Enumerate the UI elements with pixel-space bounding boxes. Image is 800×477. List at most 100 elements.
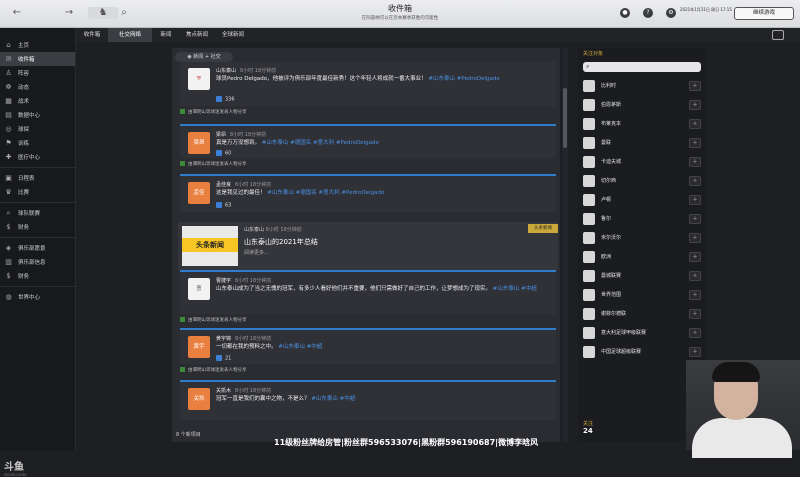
post-card[interactable]: 关凯 关凯木 8小时 18分钟前 冠军一直是我们的囊中之物，不是么？ #山东泰山 … xyxy=(180,380,556,420)
team-row[interactable]: 米尔沃尔＋ xyxy=(583,230,701,245)
post-card[interactable]: ⛨ 山东泰山 8小时 18分钟前 球员Pedro Delgado，他被评为俱乐部年… xyxy=(180,62,556,106)
team-name[interactable]: 比利时 xyxy=(601,82,689,89)
team-row[interactable]: 谢菲尔德联＋ xyxy=(583,306,701,321)
sidebar-item-data[interactable]: ▤ 数据中心 xyxy=(0,108,75,122)
team-row[interactable]: 比利时＋ xyxy=(583,78,701,93)
team-name[interactable]: 曼联 xyxy=(601,139,689,146)
team-name[interactable]: 鲁尔 xyxy=(601,215,689,222)
follow-button[interactable]: ＋ xyxy=(689,137,701,148)
post-card[interactable]: 孟佳 孟佳良 8小时 18分钟前 这是我见过的最佳！ #山东泰山 #德国名 #意大… xyxy=(180,174,556,212)
team-row[interactable]: 伯恩茅斯＋ xyxy=(583,97,701,112)
sidebar-item-world[interactable]: ◍ 世界中心 xyxy=(0,290,75,304)
sidebar-item-tactics[interactable]: ▦ 战术 xyxy=(0,94,75,108)
post-card[interactable]: 黄宇 黄宇锦 8小时 18分钟前 一切都在我的预料之中。 #山东泰山 #中超 21 xyxy=(180,328,556,364)
following-search-input[interactable]: ⌕ xyxy=(583,62,701,72)
team-row[interactable]: 卢顿＋ xyxy=(583,192,701,207)
sidebar-item-medical[interactable]: ✚ 医疗中心 xyxy=(0,150,75,164)
follow-button[interactable]: ＋ xyxy=(689,270,701,281)
team-name[interactable]: 米尔沃尔 xyxy=(601,234,689,241)
post-tags[interactable]: #山东泰山 #PedroDelgado xyxy=(428,76,499,82)
post-author[interactable]: 关凯木 xyxy=(216,388,231,394)
follow-button[interactable]: ＋ xyxy=(689,327,701,338)
team-row[interactable]: 切尔西＋ xyxy=(583,173,701,188)
follow-button[interactable]: ＋ xyxy=(689,99,701,110)
team-name[interactable]: 伯恩茅斯 xyxy=(601,101,689,108)
sidebar-item-club-vision[interactable]: ◈ 俱乐部愿景 xyxy=(0,241,75,255)
tab-news[interactable]: 新闻 xyxy=(154,28,178,42)
post-author[interactable]: 曹捷宇 xyxy=(216,278,231,284)
sidebar-item-training[interactable]: ⚑ 训练 xyxy=(0,136,75,150)
team-name[interactable]: 切尔西 xyxy=(601,177,689,184)
team-row[interactable]: 欧洲＋ xyxy=(583,249,701,264)
sidebar-item-club-league[interactable]: ⌕ 球队联赛 xyxy=(0,206,75,220)
sidebar-item-squad[interactable]: ♙ 阵容 xyxy=(0,66,75,80)
team-name[interactable]: 卡迪夫城 xyxy=(601,158,689,165)
team-row[interactable]: 中国足球超级联赛＋ xyxy=(583,344,701,359)
post-author[interactable]: 孟佳良 xyxy=(216,182,231,188)
team-name[interactable]: 卢顿 xyxy=(601,196,689,203)
sidebar-item-club-info[interactable]: ▥ 俱乐部信息 xyxy=(0,255,75,269)
follow-button[interactable]: ＋ xyxy=(689,346,701,357)
team-row[interactable]: 曼联＋ xyxy=(583,135,701,150)
read-more-link[interactable]: 阅读更多... xyxy=(244,249,269,256)
post-tags[interactable]: #山东泰山 #中超 xyxy=(278,344,322,350)
sidebar-item-dynamics[interactable]: ☸ 动态 xyxy=(0,80,75,94)
tab-social[interactable]: 社交网络 xyxy=(108,28,152,42)
follow-button[interactable]: ＋ xyxy=(689,194,701,205)
sidebar-item-inbox[interactable]: ✉ 收件箱 xyxy=(0,52,75,66)
post-tags[interactable]: #山东泰山 #德国名 #意大利 #PedroDelgado xyxy=(262,140,379,146)
team-name[interactable]: 欧洲 xyxy=(601,253,689,260)
post-card[interactable]: 梁昂 梁昂 8小时 18分钟前 真是万万没想到。 #山东泰山 #德国名 #意大利 … xyxy=(180,124,556,158)
like-button[interactable]: 60 xyxy=(216,150,231,157)
settings-icon[interactable]: ⚙ xyxy=(666,8,676,18)
sidebar-item-schedule[interactable]: ▣ 日程表 xyxy=(0,171,75,185)
team-row[interactable]: 卡迪夫城＋ xyxy=(583,154,701,169)
like-button[interactable]: 21 xyxy=(216,355,231,362)
team-name[interactable]: 布莱克本 xyxy=(601,120,689,127)
tab-global-news[interactable]: 全球新闻 xyxy=(216,28,250,42)
like-button[interactable]: 63 xyxy=(216,202,231,209)
scroll-thumb[interactable] xyxy=(563,88,567,148)
sidebar-item-finance-2[interactable]: $ 财务 xyxy=(0,269,75,283)
team-row[interactable]: 意大利足球甲级联赛＋ xyxy=(583,325,701,340)
team-row[interactable]: 曼城联赛＋ xyxy=(583,268,701,283)
team-row[interactable]: 鲁尔＋ xyxy=(583,211,701,226)
post-author[interactable]: 梁昂 xyxy=(216,132,226,138)
post-tags[interactable]: #山东泰山 #中超 xyxy=(311,396,355,402)
post-tags[interactable]: #山东泰山 #中超 xyxy=(493,286,537,292)
feed-scrollbar[interactable] xyxy=(562,48,568,442)
follow-button[interactable]: ＋ xyxy=(689,289,701,300)
search-icon[interactable]: ⌕ xyxy=(118,7,130,19)
follow-button[interactable]: ＋ xyxy=(689,156,701,167)
news-source[interactable]: 山东泰山 xyxy=(244,227,264,233)
news-headline[interactable]: 山东泰山的2021年总结 xyxy=(244,237,318,247)
follow-button[interactable]: ＋ xyxy=(689,118,701,129)
sidebar-item-competitions[interactable]: ♛ 比赛 xyxy=(0,185,75,199)
sidebar-item-home[interactable]: ⌂ 主页 xyxy=(0,38,75,52)
team-name[interactable]: 谢菲尔德联 xyxy=(601,310,689,317)
follow-button[interactable]: ＋ xyxy=(689,175,701,186)
post-tags[interactable]: #山东泰山 #德国名 #意大利 #PedroDelgado xyxy=(267,190,384,196)
status-icon[interactable]: ● xyxy=(620,8,630,18)
team-row[interactable]: 布莱克本＋ xyxy=(583,116,701,131)
follow-button[interactable]: ＋ xyxy=(689,80,701,91)
post-author[interactable]: 山东泰山 xyxy=(216,68,236,74)
new-items-count[interactable]: 8 个新项目 xyxy=(176,431,201,438)
follow-button[interactable]: ＋ xyxy=(689,232,701,243)
follow-button[interactable]: ＋ xyxy=(689,251,701,262)
follow-button[interactable]: ＋ xyxy=(689,308,701,319)
screen-icon[interactable] xyxy=(772,30,784,40)
team-row[interactable]: 世界范围＋ xyxy=(583,287,701,302)
team-name[interactable]: 世界范围 xyxy=(601,291,689,298)
tab-focus-news[interactable]: 焦点新闻 xyxy=(180,28,214,42)
forward-icon[interactable]: → xyxy=(63,7,75,19)
follow-button[interactable]: ＋ xyxy=(689,213,701,224)
news-card[interactable]: 头条新闻 山东泰山 8小时 19分钟前 山东泰山的2021年总结 阅读更多...… xyxy=(178,222,558,270)
team-name[interactable]: 曼城联赛 xyxy=(601,272,689,279)
like-button[interactable]: 336 xyxy=(216,96,235,103)
post-card[interactable]: 曹 曹捷宇 8小时 18分钟前 山东泰山成为了当之无愧的冠军，有多少人看好他们并不… xyxy=(180,270,556,314)
post-author[interactable]: 黄宇锦 xyxy=(216,336,231,342)
team-name[interactable]: 意大利足球甲级联赛 xyxy=(601,329,689,336)
sidebar-item-scouting[interactable]: ◎ 球探 xyxy=(0,122,75,136)
tab-inbox[interactable]: 收件箱 xyxy=(78,28,106,42)
